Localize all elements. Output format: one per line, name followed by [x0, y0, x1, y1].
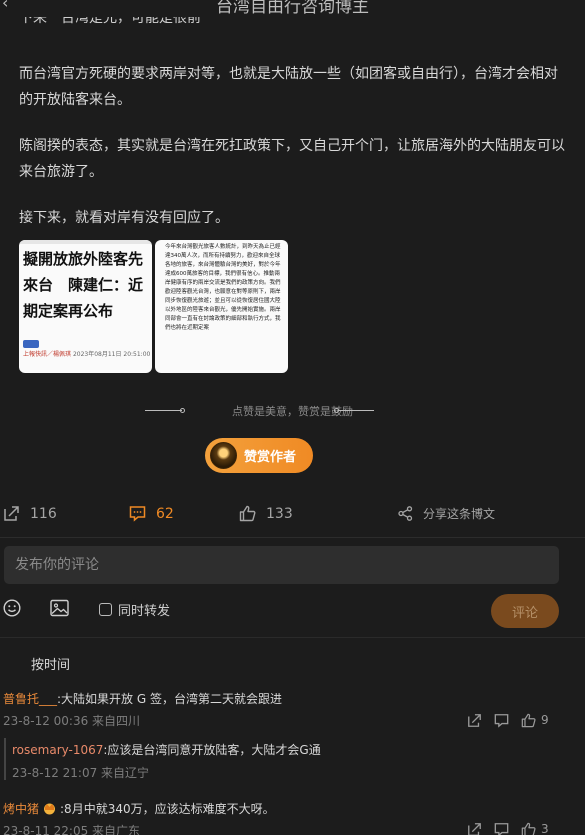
- like-button[interactable]: 133: [239, 505, 293, 522]
- comment-meta: 23-8-11 22:05 来自广东: [3, 824, 141, 835]
- comment-icon[interactable]: [494, 822, 509, 835]
- article-paragraph-1: 而台湾官方死硬的要求两岸对等，也就是大陆放一些（如团客或自由行），台湾才会相对的…: [19, 66, 558, 108]
- divider: [0, 637, 585, 638]
- crown-badge-icon: [44, 803, 56, 815]
- top-bar: ‹ 台湾自由行咨询博主: [0, 0, 585, 18]
- comment-meta: 23-8-12 00:36 来自四川: [3, 714, 141, 728]
- news-top-bar: [19, 240, 152, 244]
- comment-actions: 9: [467, 712, 549, 728]
- statement-screenshot-image[interactable]: 今年來台灣觀光旅客人數統計，到昨天為止已經達340萬人次，而所有持續努力，歡迎來…: [155, 240, 288, 373]
- repost-button[interactable]: 116: [3, 505, 57, 522]
- reply-meta: 23-8-12 21:07 来自辽宁: [12, 766, 150, 780]
- news-headline: 擬開放旅外陸客先來台 陳建仁：近期定案再公布: [23, 250, 144, 320]
- repost-icon[interactable]: [467, 713, 482, 728]
- comment-username[interactable]: 普鲁托___: [3, 692, 57, 706]
- thumbs-up-icon: [239, 505, 256, 522]
- comment-text: :8月中就340万，应该达标难度不大呀。: [60, 802, 275, 816]
- like-count: 133: [266, 505, 293, 522]
- checkbox-icon: [99, 603, 112, 616]
- comment-icon: [129, 506, 146, 522]
- share-button[interactable]: 分享这条博文: [398, 505, 495, 522]
- author-avatar: [210, 442, 237, 469]
- action-bar: 116 62 133 分享这条博文: [0, 505, 585, 527]
- article-cut-line: 下来一台湾是允，可能是很前: [19, 17, 201, 26]
- divider: [0, 537, 585, 538]
- comment-username[interactable]: 烤中猪: [3, 802, 39, 816]
- statement-text: 今年來台灣觀光旅客人數統計，到昨天為止已經達340萬人次，而所有持續努力，歡迎來…: [165, 244, 281, 331]
- comment-item: 普鲁托___:大陆如果开放 G 签，台湾第二天就会跟进: [3, 690, 282, 707]
- sort-by-time[interactable]: 按时间: [31, 654, 70, 673]
- repost-icon[interactable]: [467, 822, 482, 835]
- news-source-line: 上報快訊／楊佩琪 2023年08月11日 20:51:00: [23, 350, 151, 359]
- repost-checkbox[interactable]: 同时转发: [99, 600, 170, 619]
- article-paragraph-2: 陈阁揆的表态，其实就是台湾在死扛政策下，又自己开个门，让旅居海外的大陆朋友可以来…: [19, 138, 565, 180]
- news-datetime: 2023年08月11日 20:51:00: [72, 351, 151, 358]
- image-icon[interactable]: [50, 599, 69, 617]
- reply-username[interactable]: rosemary-1067: [12, 743, 103, 757]
- comment-button[interactable]: 62: [129, 505, 174, 522]
- reply-text: :应该是台湾同意开放陆客，大陆才会G通: [103, 743, 321, 757]
- comment-input[interactable]: [4, 546, 559, 584]
- reply-indicator: [4, 738, 6, 780]
- share-icon: [398, 506, 413, 521]
- share-label: 分享这条博文: [423, 507, 496, 521]
- submit-comment-button[interactable]: 评论: [491, 594, 559, 628]
- reward-author-button[interactable]: 赞赏作者: [205, 438, 313, 473]
- comment-like-count: 9: [541, 713, 549, 727]
- repost-count: 116: [30, 505, 57, 522]
- reply-item: rosemary-1067:应该是台湾同意开放陆客，大陆才会G通: [12, 741, 321, 758]
- comment-icon[interactable]: [494, 713, 509, 728]
- reward-label: 赞赏作者: [244, 450, 297, 465]
- comment-like-count: 3: [541, 822, 549, 835]
- repost-checkbox-label: 同时转发: [118, 604, 171, 619]
- emoji-icon[interactable]: [3, 599, 21, 617]
- separator-line-right: [338, 410, 374, 411]
- thumbs-up-icon[interactable]: [521, 713, 536, 728]
- news-share-tag: [23, 340, 39, 348]
- comment-item: 烤中猪 :8月中就340万，应该达标难度不大呀。: [3, 800, 275, 817]
- comment-actions: 3: [467, 821, 549, 835]
- comment-count: 62: [156, 505, 174, 522]
- thumbs-up-icon[interactable]: [521, 822, 536, 835]
- repost-icon: [4, 506, 19, 521]
- separator-text: 点赞是美意，赞赏是鼓励: [232, 405, 353, 418]
- article-paragraph-3: 接下来，就看对岸有没有回应了。: [19, 210, 229, 226]
- comment-text: :大陆如果开放 G 签，台湾第二天就会跟进: [57, 692, 282, 706]
- news-screenshot-image[interactable]: 擬開放旅外陸客先來台 陳建仁：近期定案再公布 上報快訊／楊佩琪 2023年08月…: [19, 240, 152, 373]
- page-title: 台湾自由行咨询博主: [216, 0, 369, 17]
- news-source: 上報快訊／楊佩琪: [23, 351, 72, 358]
